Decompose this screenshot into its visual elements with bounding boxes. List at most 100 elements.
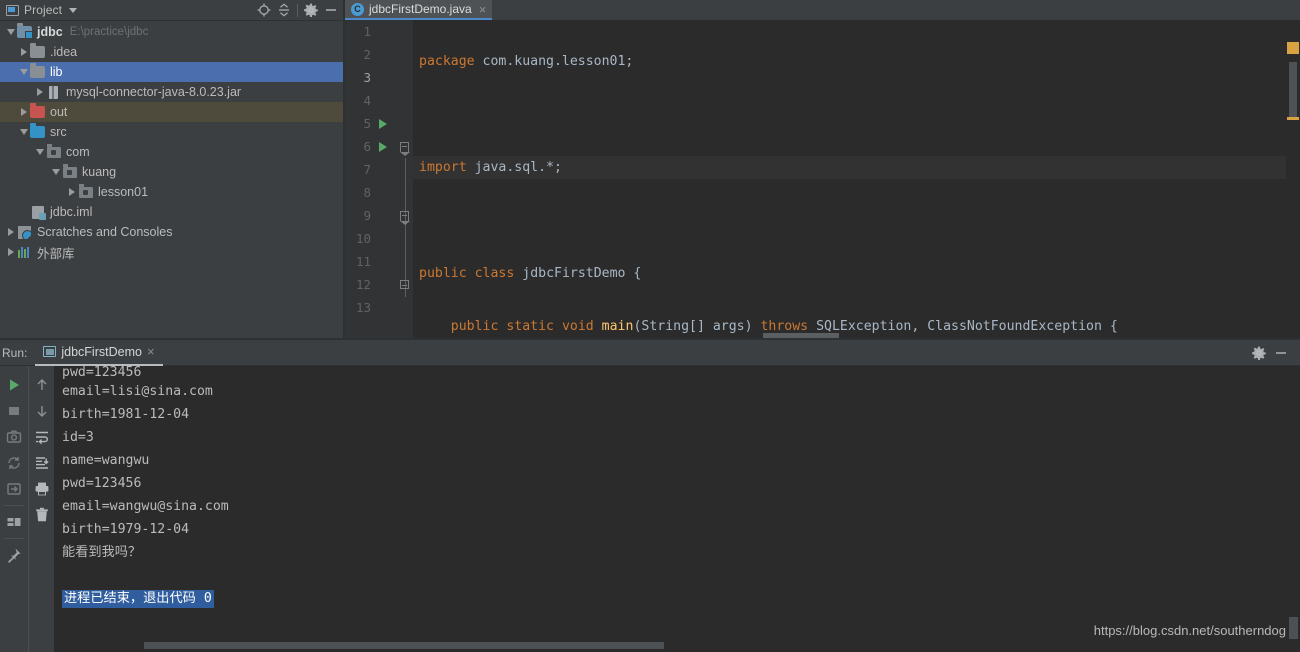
fold-collapse-icon[interactable] (398, 273, 410, 296)
minimize-icon[interactable] (321, 1, 341, 19)
twisty-down-icon[interactable] (17, 129, 30, 135)
tree-item-src[interactable]: src (0, 122, 345, 142)
run-method-icon[interactable] (375, 141, 391, 152)
run-tab-label: jdbcFirstDemo (61, 344, 142, 359)
twisty-right-icon[interactable] (4, 228, 17, 236)
gutter-line-8: 8 (345, 181, 413, 204)
run-class-icon[interactable] (375, 118, 391, 129)
run-panel-header: Run: jdbcFirstDemo × (0, 340, 1300, 366)
scrollbar-thumb[interactable] (144, 642, 664, 649)
code-text[interactable]: package com.kuang.lesson01; import java.… (413, 20, 1300, 340)
console-horizontal-scrollbar[interactable] (54, 639, 1300, 652)
export-icon[interactable] (1, 476, 27, 502)
twisty-down-icon[interactable] (33, 149, 46, 155)
locate-icon[interactable] (254, 1, 274, 19)
code-line-5: public class jdbcFirstDemo { (413, 262, 1300, 285)
arrow-down-icon[interactable] (29, 398, 55, 424)
editor-gutter[interactable]: 1 2 3 4 5 6 7 8 9 10 11 12 13 (345, 20, 413, 340)
module-folder-icon (17, 23, 33, 40)
twisty-down-icon[interactable] (17, 69, 30, 75)
chevron-down-icon[interactable] (69, 7, 78, 13)
console-vertical-scrollbar-thumb[interactable] (1289, 617, 1298, 639)
gear-icon[interactable] (1248, 342, 1270, 364)
gutter-line-4: 4 (345, 89, 413, 112)
class-name: jdbcFirstDemo (522, 266, 626, 281)
tree-item-jdbc-iml[interactable]: jdbc.iml (0, 202, 345, 222)
soft-wrap-icon[interactable] (29, 424, 55, 450)
twisty-down-icon[interactable] (49, 169, 62, 175)
gear-icon[interactable] (301, 1, 321, 19)
scrollbar-thumb[interactable] (1289, 62, 1297, 120)
line-number: 10 (355, 231, 371, 246)
gutter-line-11: 11 (345, 250, 413, 273)
tree-item-label: .idea (50, 45, 78, 59)
code-line-3: import java.sql.*; (413, 156, 1300, 179)
console-output[interactable]: pwd=123456 email=lisi@sina.com birth=198… (54, 366, 1300, 652)
rerun-icon[interactable] (1, 372, 27, 398)
twisty-right-icon[interactable] (65, 188, 78, 196)
gutter-line-5: 5 (345, 112, 413, 135)
keyword: static (506, 319, 554, 334)
warning-stripe[interactable] (1287, 117, 1299, 120)
fold-collapse-icon[interactable] (398, 204, 410, 227)
minimize-icon[interactable] (1270, 342, 1292, 364)
source-folder-icon (30, 123, 46, 140)
twisty-right-icon[interactable] (17, 48, 30, 56)
fold-collapse-icon[interactable] (398, 135, 410, 158)
run-tab-jdbcfirstdemo[interactable]: jdbcFirstDemo × (35, 340, 163, 366)
console-line: name=wangwu (54, 449, 1300, 472)
close-icon[interactable]: × (147, 344, 155, 359)
console-line: pwd=123456 (54, 366, 1300, 380)
twisty-right-icon[interactable] (4, 248, 17, 256)
twisty-right-icon[interactable] (33, 88, 46, 96)
console-text: 能看到我吗？ (62, 545, 142, 560)
print-icon[interactable] (29, 476, 55, 502)
tree-item-label: 外部库 (37, 246, 75, 261)
code-viewport[interactable]: 1 2 3 4 5 6 7 8 9 10 11 12 13 package co… (345, 20, 1300, 340)
project-tree[interactable]: jdbc E:\practice\jdbc .idea lib mysql-co… (0, 21, 345, 340)
project-panel-header: Project (0, 0, 345, 21)
tree-item-lib[interactable]: lib (0, 62, 345, 82)
scroll-to-end-icon[interactable] (29, 450, 55, 476)
package-icon (78, 184, 94, 200)
gutter-line-12: 12 (345, 273, 413, 296)
line-number: 9 (363, 208, 371, 223)
tree-item-idea[interactable]: .idea (0, 42, 345, 62)
tree-item-external-libraries[interactable]: 外部库 (0, 242, 345, 262)
camera-icon[interactable] (1, 424, 27, 450)
line-number: 13 (355, 300, 371, 315)
tree-item-label: jdbc.iml (50, 205, 93, 219)
arrow-up-icon[interactable] (29, 372, 55, 398)
console-line: email=lisi@sina.com (54, 380, 1300, 403)
tree-item-lesson01[interactable]: lesson01 (0, 182, 345, 202)
close-icon[interactable]: × (479, 3, 487, 16)
folder-icon (30, 43, 46, 60)
warning-marker-icon[interactable] (1287, 42, 1299, 54)
console-line: pwd=123456 (54, 472, 1300, 495)
run-toolbar-left (0, 366, 28, 652)
console-line-exit: 进程已结束，退出代码 0 (54, 587, 1300, 610)
output-folder-icon (30, 103, 46, 120)
pin-icon[interactable] (1, 542, 27, 568)
gutter-line-3: 3 (345, 66, 413, 89)
twisty-down-icon[interactable] (4, 29, 17, 35)
tree-item-mysql-connector-jar[interactable]: mysql-connector-java-8.0.23.jar (0, 82, 345, 102)
divider (4, 505, 24, 506)
tree-item-com[interactable]: com (0, 142, 345, 162)
restore-layout-icon[interactable] (1, 450, 27, 476)
console-text: id=3 (62, 430, 94, 445)
gutter-line-13: 13 (345, 296, 413, 319)
collapse-all-icon[interactable] (274, 1, 294, 19)
layout-icon[interactable] (1, 509, 27, 535)
editor-tab-jdbcfirstdemo[interactable]: jdbcFirstDemo.java × (345, 0, 493, 20)
twisty-right-icon[interactable] (17, 108, 30, 116)
stop-icon[interactable] (1, 398, 27, 424)
trash-icon[interactable] (29, 502, 55, 528)
tree-item-out[interactable]: out (0, 102, 345, 122)
line-number: 5 (363, 116, 371, 131)
tree-item-jdbc[interactable]: jdbc E:\practice\jdbc (0, 22, 345, 42)
editor-vertical-scrollbar[interactable] (1286, 40, 1300, 340)
tree-item-scratches-and-consoles[interactable]: Scratches and Consoles (0, 222, 345, 242)
tree-item-kuang[interactable]: kuang (0, 162, 345, 182)
iml-file-icon (30, 204, 46, 220)
